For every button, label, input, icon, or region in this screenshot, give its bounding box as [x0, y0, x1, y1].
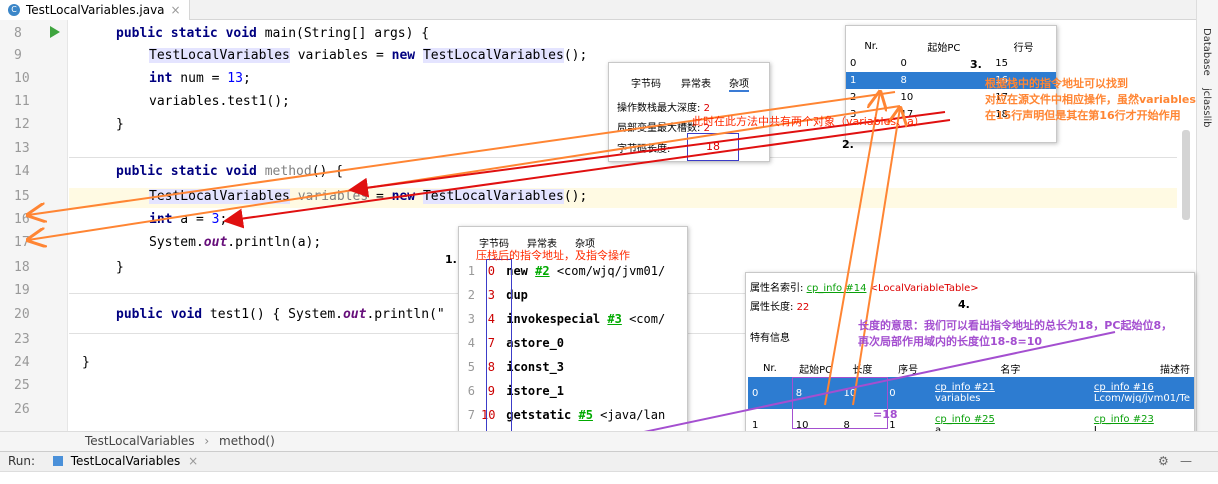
- arrow-16: [28, 91, 896, 215]
- run-config-tab[interactable]: TestLocalVariables: [71, 454, 181, 468]
- annotation-2-text: 此时在此方法中共有两个对象（variables、a）: [692, 115, 925, 128]
- bottom-strip: [0, 471, 1218, 484]
- length-sum: =18: [873, 408, 898, 421]
- annotation-1-text: 压栈后的指令地址，及指令操作: [476, 249, 630, 262]
- minimize-icon[interactable]: —: [1180, 452, 1192, 471]
- annotation-1: 1.: [445, 253, 457, 266]
- breadcrumb: TestLocalVariables › method(): [0, 431, 1218, 451]
- run-config-icon: [52, 456, 63, 466]
- annotation-arrows: [0, 0, 1116, 467]
- breadcrumb-class[interactable]: TestLocalVariables: [85, 434, 195, 448]
- run-label: Run:: [8, 454, 36, 468]
- breadcrumb-method[interactable]: method(): [219, 434, 275, 448]
- run-tool-bar: Run: TestLocalVariables × ⚙ —: [0, 451, 1218, 471]
- annotation-4-text: 长度的意思：我们可以看出指令地址的总长为18，PC起始位8， 再次局部作用域内的长…: [858, 319, 1173, 348]
- annotation-2: 2.: [842, 138, 854, 151]
- gear-icon[interactable]: ⚙: [1158, 452, 1169, 471]
- arrow-pc10: [852, 108, 900, 406]
- annotation-3: 3.: [970, 58, 982, 71]
- annotation-3-text: 根据栈中的指令地址可以找到 对应在源文件中相应操作，虽然variables 在15行…: [985, 77, 1196, 122]
- run-close-icon[interactable]: ×: [188, 454, 198, 468]
- annotation-4: 4.: [958, 298, 970, 311]
